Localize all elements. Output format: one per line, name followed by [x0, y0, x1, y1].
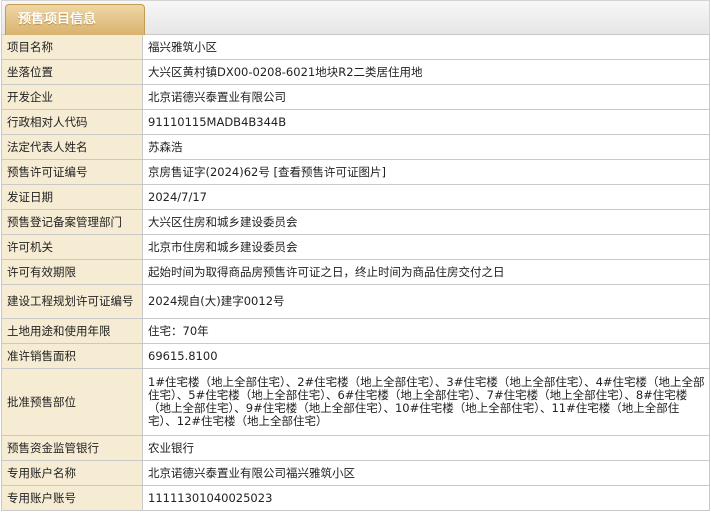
row-permit-number: 预售许可证编号 京房售证字(2024)62号 [查看预售许可证图片]	[1, 159, 710, 185]
label-admin-code: 行政相对人代码	[1, 109, 143, 135]
value-approved-parts: 1#住宅楼（地上全部住宅）、2#住宅楼（地上全部住宅）、3#住宅楼（地上全部住宅…	[142, 368, 710, 436]
value-permit-number: 京房售证字(2024)62号 [查看预售许可证图片]	[142, 159, 710, 185]
label-permit-number: 预售许可证编号	[1, 159, 143, 185]
row-supervision-bank: 预售资金监管银行 农业银行	[1, 435, 710, 461]
value-location: 大兴区黄村镇DX00-0208-6021地块R2二类居住用地	[142, 59, 710, 85]
row-account-number: 专用账户账号 11111301040025023	[1, 485, 710, 511]
label-developer: 开发企业	[1, 84, 143, 110]
label-supervision-bank: 预售资金监管银行	[1, 435, 143, 461]
row-approved-parts: 批准预售部位 1#住宅楼（地上全部住宅）、2#住宅楼（地上全部住宅）、3#住宅楼…	[1, 368, 710, 436]
row-account-name: 专用账户名称 北京诺德兴泰置业有限公司福兴雅筑小区	[1, 460, 710, 486]
value-issue-date: 2024/7/17	[142, 184, 710, 210]
label-permit-authority: 许可机关	[1, 234, 143, 260]
label-approved-parts: 批准预售部位	[1, 368, 143, 436]
permit-number-text: 京房售证字(2024)62号	[148, 164, 270, 179]
row-project-name: 项目名称 福兴雅筑小区	[1, 34, 710, 60]
row-admin-code: 行政相对人代码 91110115MADB4B344B	[1, 109, 710, 135]
panel-tab-bar: 预售项目信息	[1, 0, 710, 35]
row-land-use: 土地用途和使用年限 住宅：70年	[1, 318, 710, 344]
value-account-name: 北京诺德兴泰置业有限公司福兴雅筑小区	[142, 460, 710, 486]
row-planning-permit: 建设工程规划许可证编号 2024规自(大)建字0012号	[1, 284, 710, 319]
presale-project-panel: 预售项目信息 项目名称 福兴雅筑小区 坐落位置 大兴区黄村镇DX00-0208-…	[1, 0, 710, 511]
label-planning-permit: 建设工程规划许可证编号	[1, 284, 143, 319]
value-registry-dept: 大兴区住房和城乡建设委员会	[142, 209, 710, 235]
value-validity-period: 起始时间为取得商品房预售许可证之日，终止时间为商品住房交付之日	[142, 259, 710, 285]
value-supervision-bank: 农业银行	[142, 435, 710, 461]
label-sale-area: 准许销售面积	[1, 343, 143, 369]
value-project-name: 福兴雅筑小区	[142, 34, 710, 60]
row-permit-authority: 许可机关 北京市住房和城乡建设委员会	[1, 234, 710, 260]
label-validity-period: 许可有效期限	[1, 259, 143, 285]
label-land-use: 土地用途和使用年限	[1, 318, 143, 344]
label-project-name: 项目名称	[1, 34, 143, 60]
label-issue-date: 发证日期	[1, 184, 143, 210]
project-info-table: 项目名称 福兴雅筑小区 坐落位置 大兴区黄村镇DX00-0208-6021地块R…	[1, 34, 710, 511]
label-account-name: 专用账户名称	[1, 460, 143, 486]
view-permit-image-link[interactable]: [查看预售许可证图片]	[274, 165, 386, 179]
row-location: 坐落位置 大兴区黄村镇DX00-0208-6021地块R2二类居住用地	[1, 59, 710, 85]
row-legal-rep: 法定代表人姓名 苏森浩	[1, 134, 710, 160]
row-registry-dept: 预售登记备案管理部门 大兴区住房和城乡建设委员会	[1, 209, 710, 235]
row-issue-date: 发证日期 2024/7/17	[1, 184, 710, 210]
value-account-number: 11111301040025023	[142, 485, 710, 511]
row-sale-area: 准许销售面积 69615.8100	[1, 343, 710, 369]
row-validity-period: 许可有效期限 起始时间为取得商品房预售许可证之日，终止时间为商品住房交付之日	[1, 259, 710, 285]
value-permit-authority: 北京市住房和城乡建设委员会	[142, 234, 710, 260]
label-registry-dept: 预售登记备案管理部门	[1, 209, 143, 235]
label-account-number: 专用账户账号	[1, 485, 143, 511]
row-developer: 开发企业 北京诺德兴泰置业有限公司	[1, 84, 710, 110]
label-legal-rep: 法定代表人姓名	[1, 134, 143, 160]
value-land-use: 住宅：70年	[142, 318, 710, 344]
value-legal-rep: 苏森浩	[142, 134, 710, 160]
value-sale-area: 69615.8100	[142, 343, 710, 369]
value-developer: 北京诺德兴泰置业有限公司	[142, 84, 710, 110]
value-admin-code: 91110115MADB4B344B	[142, 109, 710, 135]
label-location: 坐落位置	[1, 59, 143, 85]
tab-presale-project-info[interactable]: 预售项目信息	[5, 4, 145, 35]
value-planning-permit: 2024规自(大)建字0012号	[142, 284, 710, 319]
